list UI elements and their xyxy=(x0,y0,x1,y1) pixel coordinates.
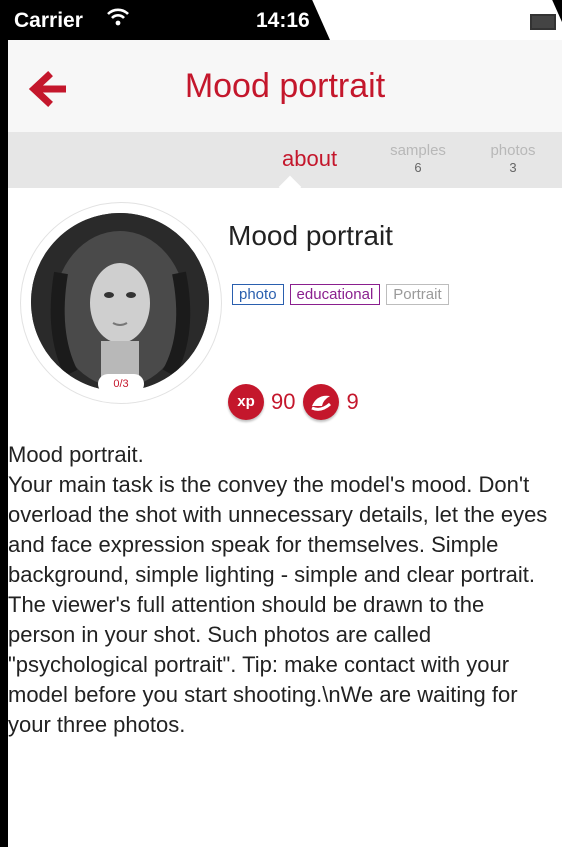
profile-heading: Mood portrait xyxy=(228,220,393,251)
tab-photos-label: photos xyxy=(490,142,536,159)
description-title: Mood portrait. xyxy=(8,442,144,467)
tab-photos[interactable]: photos 3 xyxy=(478,142,548,175)
status-bar: Carrier 14:16 xyxy=(0,0,562,40)
tab-samples-count: 6 xyxy=(414,160,422,175)
level-badge-icon xyxy=(303,384,340,420)
wifi-icon xyxy=(106,7,130,33)
nav-bar: Mood portrait xyxy=(8,40,562,132)
description-body: Your main task is the convey the model's… xyxy=(8,472,548,737)
stats-row: xp 90 9 xyxy=(228,384,367,420)
tab-about[interactable]: about xyxy=(282,146,337,172)
description: Mood portrait. Your main task is the con… xyxy=(8,440,550,740)
tag-educational[interactable]: educational xyxy=(289,284,381,305)
clock: 14:16 xyxy=(256,9,310,32)
battery-icon xyxy=(530,14,556,30)
progress-badge: 0/3 xyxy=(98,374,144,394)
tag-photo[interactable]: photo xyxy=(232,284,284,305)
tab-samples[interactable]: samples 6 xyxy=(378,142,458,175)
xp-icon: xp xyxy=(228,384,264,420)
level-value: 9 xyxy=(346,389,359,414)
tab-photos-count: 3 xyxy=(509,160,517,175)
tag-portrait[interactable]: Portrait xyxy=(386,284,449,305)
status-tab-shape xyxy=(312,0,562,40)
app-screen: Mood portrait about samples 6 photos 3 0… xyxy=(8,40,562,847)
avatar xyxy=(31,213,209,391)
page-title: Mood portrait xyxy=(184,67,386,105)
tag-list: photo educational Portrait xyxy=(232,284,455,305)
carrier-label: Carrier xyxy=(14,9,83,32)
xp-value: 90 xyxy=(271,389,296,414)
tab-samples-label: samples xyxy=(390,142,446,159)
